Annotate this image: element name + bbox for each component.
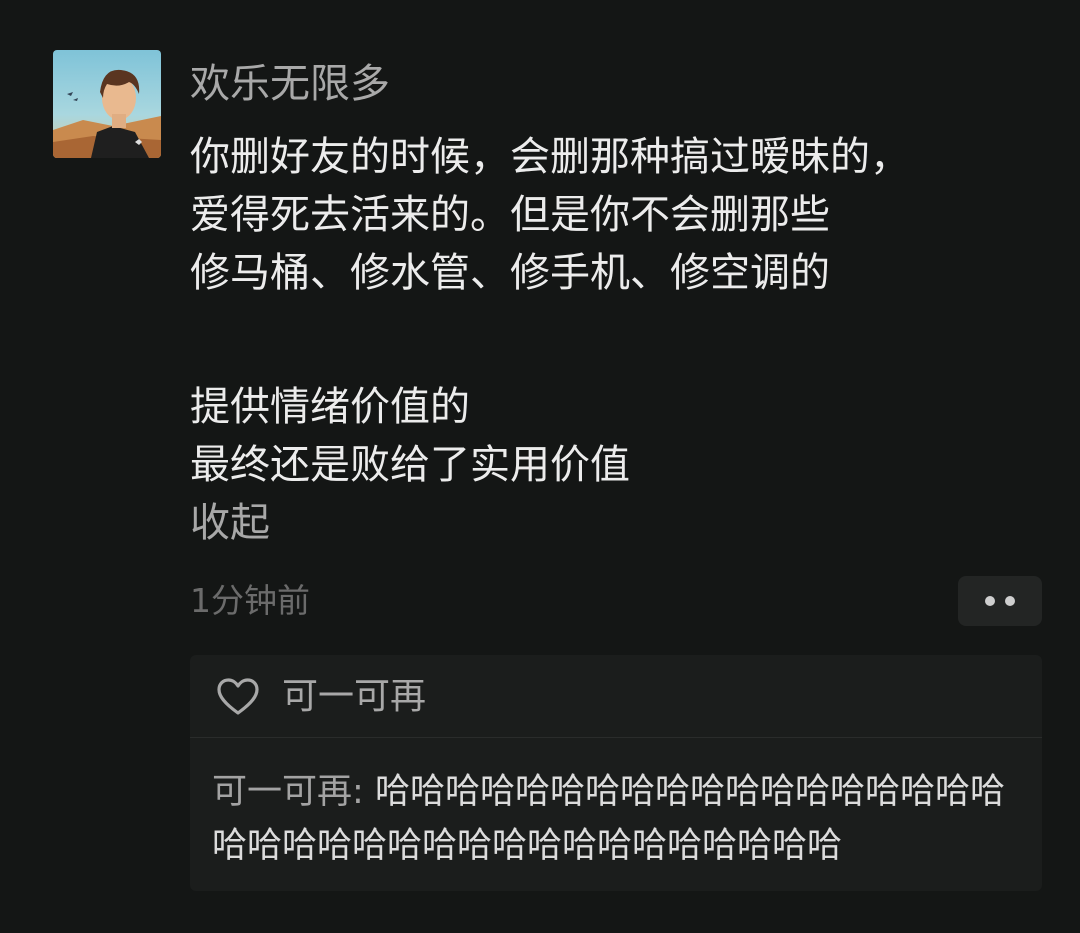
post-timestamp: 1分钟前 bbox=[190, 581, 310, 620]
post-text-line: 最终还是败给了实用价值 bbox=[190, 442, 630, 488]
avatar[interactable] bbox=[53, 50, 161, 158]
more-dots-icon bbox=[985, 596, 1015, 606]
liked-by-user[interactable]: 可一可再 bbox=[282, 673, 426, 721]
panel-divider bbox=[190, 737, 1042, 738]
likes-comments-panel: 可一可再 可一可再: 哈哈哈哈哈哈哈哈哈哈哈哈哈哈哈哈哈哈哈哈哈哈哈哈哈哈哈哈哈… bbox=[190, 655, 1042, 891]
likes-row: 可一可再 bbox=[216, 673, 426, 721]
moments-post: 欢乐无限多 你删好友的时候，会删那种搞过暧昧的， 爱得死去活来的。但是你不会删那… bbox=[0, 0, 1080, 933]
post-author-name[interactable]: 欢乐无限多 bbox=[190, 58, 390, 110]
collapse-link[interactable]: 收起 bbox=[190, 496, 270, 550]
post-text-line: 修马桶、修水管、修手机、修空调的 bbox=[190, 250, 830, 296]
comment-author[interactable]: 可一可再 bbox=[212, 772, 352, 812]
post-text-line: 你删好友的时候，会删那种搞过暧昧的， bbox=[190, 134, 910, 180]
post-text-line: 爱得死去活来的。但是你不会删那些 bbox=[190, 192, 830, 238]
post-text-line: 提供情绪价值的 bbox=[190, 384, 470, 430]
heart-outline-icon[interactable] bbox=[216, 677, 260, 717]
comment-item[interactable]: 可一可再: 哈哈哈哈哈哈哈哈哈哈哈哈哈哈哈哈哈哈哈哈哈哈哈哈哈哈哈哈哈哈哈哈哈哈… bbox=[212, 765, 1032, 873]
comment-separator: : bbox=[352, 772, 375, 812]
post-content: 你删好友的时候，会删那种搞过暧昧的， 爱得死去活来的。但是你不会删那些 修马桶、… bbox=[190, 128, 910, 494]
more-actions-button[interactable] bbox=[958, 576, 1042, 626]
avatar-image bbox=[53, 50, 161, 158]
